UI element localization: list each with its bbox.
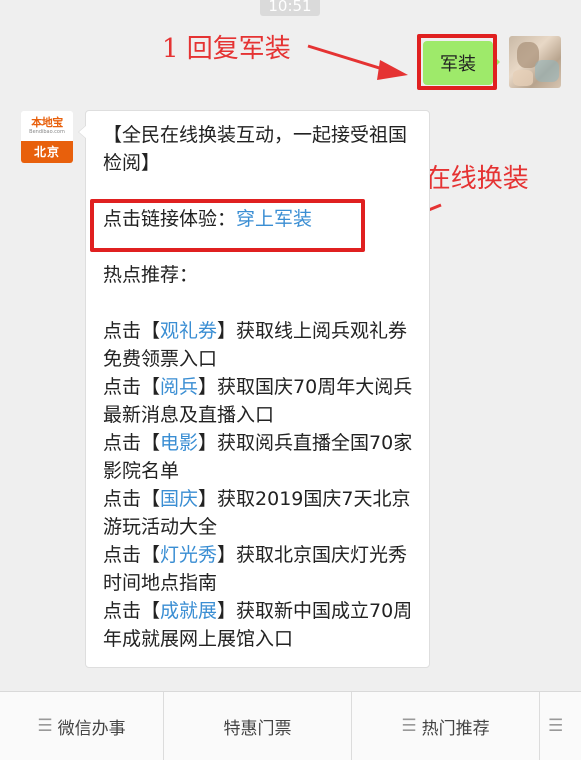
item-prefix: 点击【 (103, 600, 161, 622)
logo-name: 本地宝 (31, 116, 63, 129)
item-prefix: 点击【 (103, 376, 161, 398)
logo-top: 本地宝 Bendibao.com (21, 111, 73, 141)
logo-domain: Bendibao.com (29, 129, 65, 135)
menu-label: 特惠门票 (223, 718, 292, 739)
hot-title: 热点推荐： (103, 264, 199, 286)
hot-link-guanlijuan[interactable]: 观礼券 (160, 320, 217, 342)
bottom-menu: ☰ 微信办事 特惠门票 ☰ 热门推荐 ☰ (0, 691, 581, 760)
hot-item: 点击【灯光秀】获取北京国庆灯光秀时间地点指南 (103, 541, 415, 597)
hot-link-yuebing[interactable]: 阅兵 (160, 376, 198, 398)
hamburger-icon: ☰ (401, 716, 417, 736)
menu-hot-recommend[interactable]: ☰ 热门推荐 (352, 692, 540, 760)
hot-link-dianying[interactable]: 电影 (160, 432, 198, 454)
menu-label: 微信办事 (57, 718, 126, 739)
hot-item: 点击【观礼券】获取线上阅兵观礼券免费领票入口 (103, 317, 415, 373)
item-prefix: 点击【 (103, 320, 161, 342)
hot-item: 点击【电影】获取阅兵直播全国70家影院名单 (103, 429, 415, 485)
item-prefix: 点击【 (103, 432, 161, 454)
menu-label: 热门推荐 (421, 718, 490, 739)
menu-discount-tickets[interactable]: 特惠门票 (164, 692, 352, 760)
hamburger-icon: ☰ (548, 716, 564, 736)
item-prefix: 点击【 (103, 544, 161, 566)
hot-link-guoqing[interactable]: 国庆 (160, 488, 198, 510)
hot-link-chengjiuzhan[interactable]: 成就展 (160, 600, 217, 622)
hot-item: 点击【国庆】获取2019国庆7天北京游玩活动大全 (103, 485, 415, 541)
hot-link-dengguangxiu[interactable]: 灯光秀 (160, 544, 217, 566)
highlight-box-link (90, 199, 365, 252)
message-intro: 【全民在线换装互动，一起接受祖国检阅】 (103, 124, 408, 174)
menu-more[interactable]: ☰ (540, 692, 581, 760)
hamburger-icon: ☰ (37, 716, 53, 736)
logo-city: 北京 (21, 141, 73, 163)
account-avatar[interactable]: 本地宝 Bendibao.com 北京 (21, 111, 73, 163)
hot-item: 点击【阅兵】获取国庆70周年大阅兵最新消息及直播入口 (103, 373, 415, 429)
menu-wechat-services[interactable]: ☰ 微信办事 (0, 692, 164, 760)
hot-item: 点击【成就展】获取新中国成立70周年成就展网上展馆入口 (103, 597, 415, 653)
item-prefix: 点击【 (103, 488, 161, 510)
received-message-bubble: 【全民在线换装互动，一起接受祖国检阅】 点击链接体验：穿上军装 热点推荐： 点击… (78, 110, 430, 668)
